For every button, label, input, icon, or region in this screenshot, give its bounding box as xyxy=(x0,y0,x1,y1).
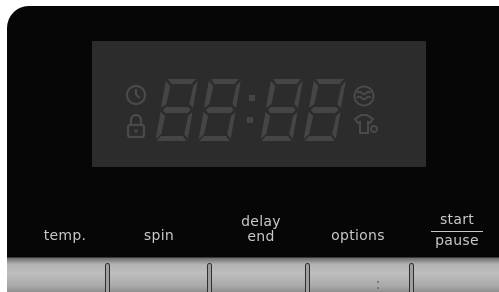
delay-label-line2: end xyxy=(247,229,275,245)
colon-dot-top xyxy=(249,95,255,101)
pause-label: pause xyxy=(435,233,479,249)
start-pause-label: start pause xyxy=(427,213,487,249)
temp-label: temp. xyxy=(43,228,87,244)
temp-button[interactable] xyxy=(7,258,106,292)
tactile-dots xyxy=(377,281,379,292)
button-separator xyxy=(409,263,414,292)
time-digits xyxy=(155,79,346,141)
control-panel: temp. spin delay end options start pause xyxy=(7,6,499,292)
colon-dot-bottom xyxy=(247,117,253,123)
button-separator xyxy=(305,263,310,292)
button-bar xyxy=(7,257,499,292)
delay-end-label: delay end xyxy=(233,215,289,245)
delay-label-line1: delay xyxy=(241,214,281,230)
lcd-display xyxy=(92,41,426,167)
shirt-icon xyxy=(353,114,378,134)
spin-label: spin xyxy=(143,228,175,244)
start-label: start xyxy=(439,212,475,228)
spin-button[interactable] xyxy=(108,258,209,292)
start-pause-button[interactable] xyxy=(413,258,499,292)
button-separator xyxy=(105,263,110,292)
lcd-graphics xyxy=(125,79,378,141)
start-pause-divider xyxy=(431,231,483,232)
options-button[interactable] xyxy=(310,258,411,292)
options-label: options xyxy=(331,228,385,244)
clock-icon xyxy=(125,84,147,106)
lock-icon xyxy=(126,113,146,139)
water-icon xyxy=(353,85,375,107)
delay-end-button[interactable] xyxy=(211,258,308,292)
button-labels: temp. spin delay end options start pause xyxy=(7,211,499,257)
button-separator xyxy=(207,263,212,292)
